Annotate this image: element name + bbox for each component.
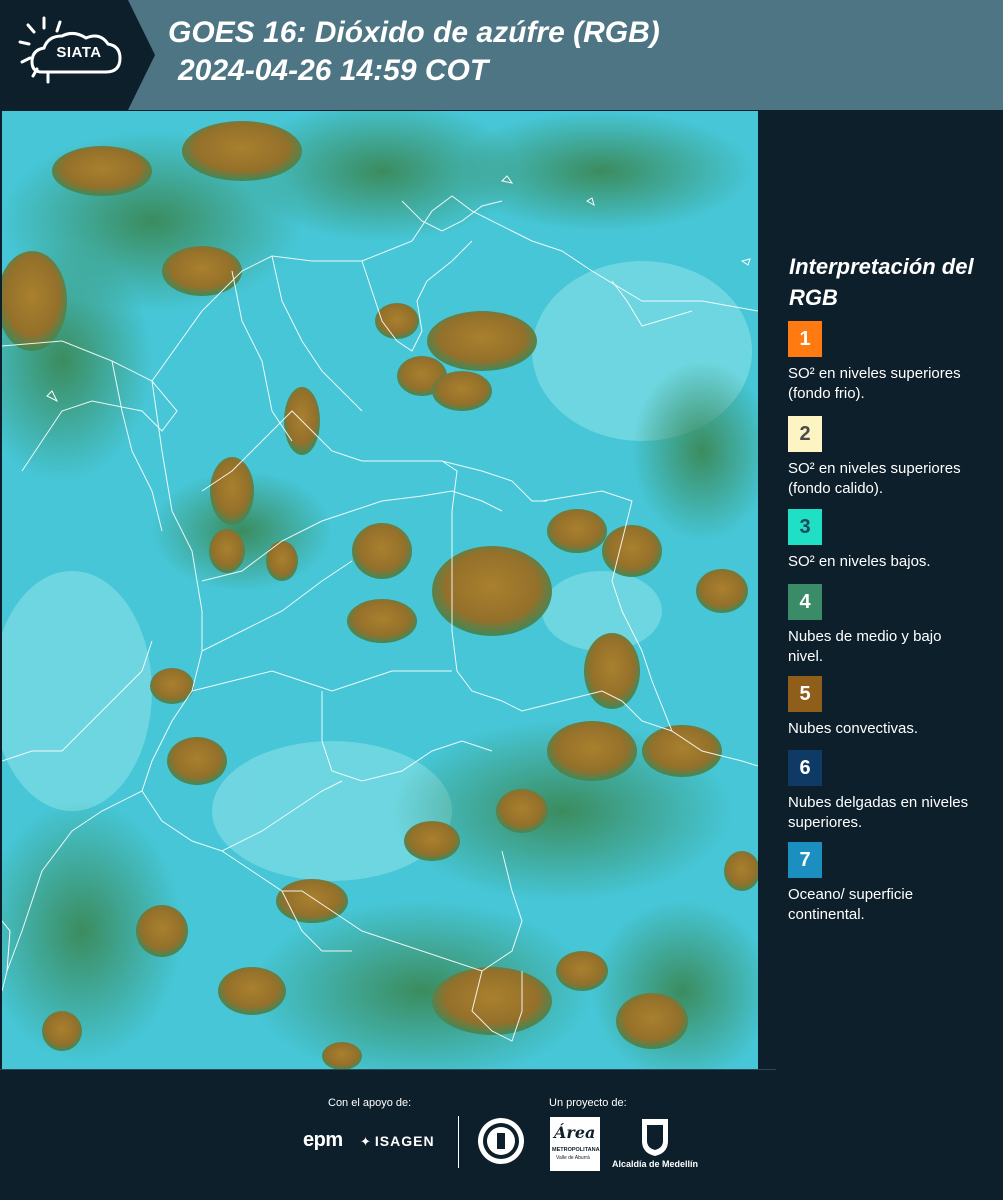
legend-swatch: 5 bbox=[788, 676, 822, 712]
legend-title: Interpretación del RGB bbox=[789, 254, 974, 310]
legend-item-6: 6 Nubes delgadas en niveles superiores. bbox=[788, 750, 998, 833]
isagen-logo-text: ISAGEN bbox=[374, 1133, 435, 1149]
project-label: Un proyecto de: bbox=[549, 1097, 627, 1109]
page-title: GOES 16: Dióxido de azúfre (RGB) bbox=[168, 16, 660, 49]
alcaldia-shield-icon bbox=[642, 1119, 668, 1156]
legend-item-3: 3 SO² en niveles bajos. bbox=[788, 509, 998, 572]
legend-item-1: 1 SO² en niveles superiores (fondo frio). bbox=[788, 321, 998, 404]
area-logo-sub1: METROPOLITANA bbox=[552, 1147, 600, 1153]
legend-panel: Interpretación del RGB 1 SO² en niveles s… bbox=[760, 111, 1003, 1069]
legend-label: Nubes delgadas en niveles superiores. bbox=[788, 794, 969, 831]
legend-item-2: 2 SO² en niveles superiores (fondo calido… bbox=[788, 416, 998, 499]
legend-item-7: 7 Oceano/ superficie continental. bbox=[788, 842, 998, 925]
alcaldia-label: Alcaldía de Medellín bbox=[612, 1159, 699, 1169]
footer: Con el apoyo de: Un proyecto de: epm ✦ IS… bbox=[0, 1069, 1003, 1200]
legend-swatch: 6 bbox=[788, 750, 822, 786]
legend-label: Nubes convectivas. bbox=[788, 720, 919, 737]
legend-label: SO² en niveles bajos. bbox=[788, 553, 931, 570]
footer-separator bbox=[0, 1069, 776, 1070]
legend-label: Nubes de medio y bajo nivel. bbox=[788, 628, 942, 665]
legend-swatch: 2 bbox=[788, 416, 822, 452]
area-metropolitana-logo: Área METROPOLITANA Valle de Aburrá bbox=[550, 1117, 600, 1171]
legend-label: SO² en niveles superiores (fondo calido)… bbox=[788, 460, 961, 497]
legend-item-5: 5 Nubes convectivas. bbox=[788, 676, 998, 739]
header-bar: SIATA GOES 16: Dióxido de azúfre (RGB) 2… bbox=[0, 0, 1003, 110]
isagen-logo: ✦ ISAGEN bbox=[360, 1133, 435, 1150]
legend-swatch: 7 bbox=[788, 842, 822, 878]
support-label: Con el apoyo de: bbox=[328, 1097, 412, 1109]
timestamp: 2024-04-26 14:59 COT bbox=[178, 54, 489, 87]
footer-divider bbox=[458, 1116, 459, 1168]
satellite-map[interactable] bbox=[2, 111, 758, 1069]
epm-logo: epm bbox=[303, 1129, 343, 1151]
legend-label: Oceano/ superficie continental. bbox=[788, 886, 914, 923]
siata-logo-text: SIATA bbox=[56, 44, 102, 61]
legend-swatch: 1 bbox=[788, 321, 822, 357]
siata-logo: SIATA bbox=[0, 0, 155, 110]
medellin-seal-logo bbox=[477, 1117, 525, 1170]
area-logo-word: Área bbox=[554, 1123, 596, 1142]
isagen-mark-icon: ✦ bbox=[360, 1134, 372, 1149]
legend-label: SO² en niveles superiores (fondo frio). bbox=[788, 365, 961, 402]
legend-swatch: 3 bbox=[788, 509, 822, 545]
legend-item-4: 4 Nubes de medio y bajo nivel. bbox=[788, 584, 998, 667]
area-logo-sub2: Valle de Aburrá bbox=[556, 1155, 590, 1161]
legend-swatch: 4 bbox=[788, 584, 822, 620]
